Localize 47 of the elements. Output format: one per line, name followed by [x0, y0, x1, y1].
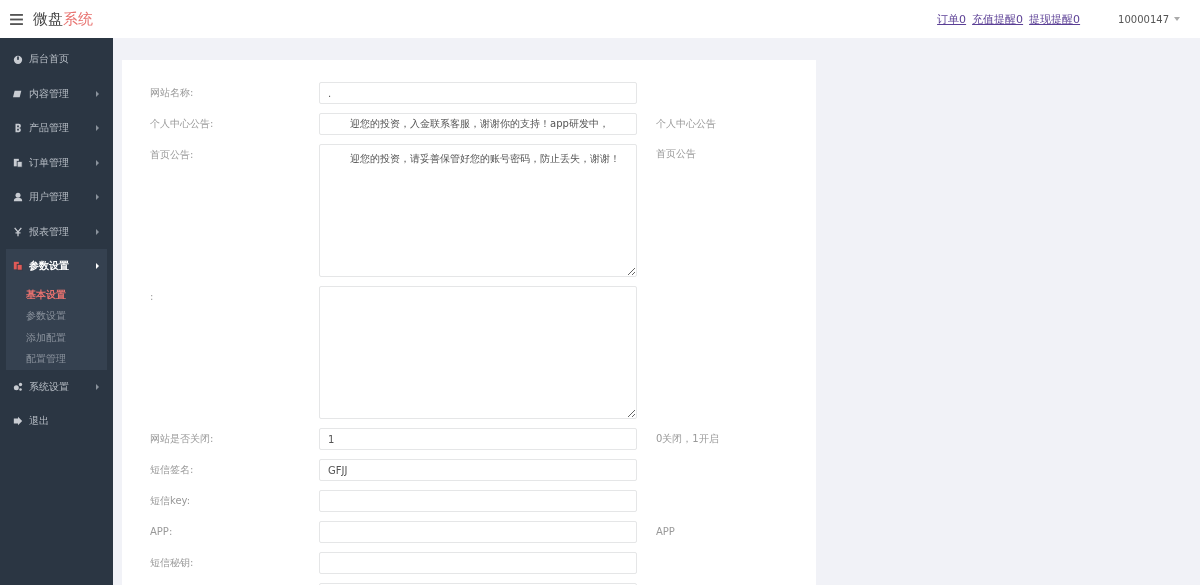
field-label: 短信秘钥: — [149, 556, 195, 570]
sidebar-item[interactable]: 参数设置 — [6, 249, 107, 284]
gears-icon — [13, 381, 23, 392]
yen-icon — [13, 226, 23, 237]
field-hint: 0关闭，1开启 — [655, 432, 719, 446]
sidebar-item[interactable]: 订单管理 — [6, 145, 107, 180]
sign-out-icon — [13, 416, 23, 427]
input-field[interactable]: . — [319, 82, 637, 104]
brand-logo: 微盘系统 — [33, 9, 93, 29]
field-hint: 首页公告 — [655, 147, 696, 161]
input-field[interactable]: 1 — [319, 428, 637, 450]
submenu-item[interactable]: 基本设置 — [6, 283, 107, 305]
field-hint: 个人中心公告 — [655, 117, 716, 131]
input-field[interactable]: GFJJ — [319, 459, 637, 481]
field-label: 首页公告: — [149, 148, 195, 162]
input-field[interactable]: 迎您的投资，入金联系客服，谢谢你的支持！app研发中， — [319, 113, 637, 135]
field-label: 网站名称: — [149, 86, 195, 100]
field-label: APP: — [149, 525, 174, 539]
sidebar-item[interactable]: 用户管理 — [6, 180, 107, 215]
text-area[interactable] — [319, 286, 637, 419]
document-icon — [13, 157, 23, 168]
menu-icon[interactable] — [10, 13, 23, 25]
bitcoin-icon — [13, 123, 23, 134]
input-field[interactable] — [319, 552, 637, 574]
field-label: 短信签名: — [149, 463, 195, 477]
document-icon — [13, 261, 23, 272]
sidebar-item[interactable]: 内容管理 — [6, 76, 107, 111]
sidebar-item[interactable]: 后台首页 — [6, 42, 107, 77]
input-field[interactable] — [319, 521, 637, 543]
input-field[interactable] — [319, 490, 637, 512]
notification-link[interactable]: 提现提醒0 — [1029, 11, 1081, 27]
user-icon — [13, 192, 23, 203]
field-hint: APP — [655, 525, 675, 539]
notification-link[interactable]: 订单0 — [937, 11, 967, 27]
sidebar-item[interactable]: 系统设置 — [6, 369, 107, 404]
field-label: 个人中心公告: — [149, 117, 215, 131]
field-label: 网站是否关闭: — [149, 432, 215, 446]
text-area[interactable]: 迎您的投资，请妥善保管好您的账号密码，防止丢失，谢谢！ — [319, 144, 637, 277]
sidebar-item[interactable]: 产品管理 — [6, 111, 107, 146]
sidebar-item[interactable]: 退出 — [6, 404, 107, 439]
field-label: 短信key: — [149, 494, 192, 508]
field-label: : — [149, 290, 155, 304]
notification-link[interactable]: 充值提醒0 — [972, 11, 1024, 27]
sidebar-item[interactable]: 报表管理 — [6, 214, 107, 249]
gauge-icon — [13, 54, 23, 65]
book-icon — [13, 88, 23, 99]
caret-icon — [1174, 17, 1180, 21]
